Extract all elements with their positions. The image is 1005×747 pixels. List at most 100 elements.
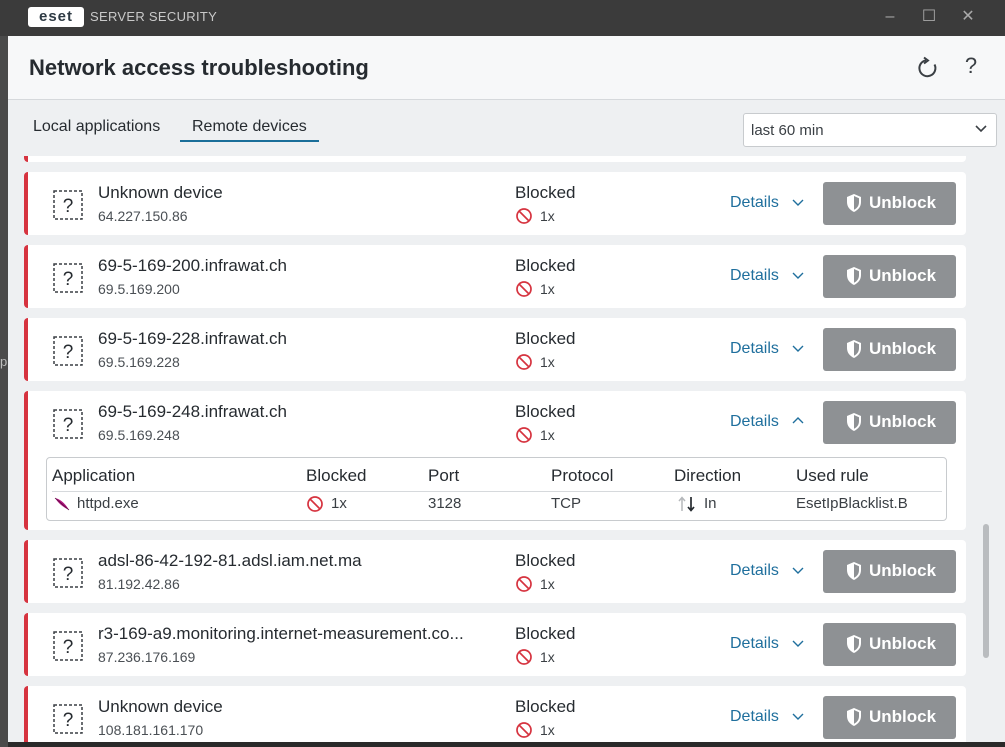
unblock-button[interactable]: Unblock (823, 401, 956, 444)
chevron-down-icon[interactable] (792, 270, 804, 280)
eset-logo: eset (28, 7, 84, 27)
unblock-label: Unblock (869, 707, 937, 726)
chevron-down-icon[interactable] (792, 565, 804, 575)
ban-icon (516, 576, 532, 592)
svg-text:?: ? (63, 710, 74, 731)
maximize-button[interactable]: ☐ (917, 6, 941, 28)
shield-icon (847, 708, 861, 726)
unblock-button[interactable]: Unblock (823, 328, 956, 371)
details-toggle[interactable]: Details (730, 267, 779, 285)
details-toggle[interactable]: Details (730, 562, 779, 580)
unblock-label: Unblock (869, 339, 937, 358)
minimize-button[interactable]: – (878, 6, 902, 28)
direction-in-icon (678, 496, 695, 512)
close-button[interactable]: ✕ (956, 6, 980, 28)
blocked-count: 1x (540, 722, 555, 738)
cell-direction: In (704, 495, 717, 512)
blocked-count: 1x (540, 427, 555, 443)
unknown-device-icon: ? (53, 190, 83, 220)
ban-icon (516, 208, 532, 224)
unblock-button[interactable]: Unblock (823, 623, 956, 666)
feather-icon (54, 497, 70, 511)
ban-icon (516, 281, 532, 297)
unblock-button[interactable]: Unblock (823, 182, 956, 225)
scrollbar-thumb[interactable] (983, 524, 989, 658)
blocked-count: 1x (540, 354, 555, 370)
details-toggle[interactable]: Details (730, 340, 779, 358)
details-toggle[interactable]: Details (730, 708, 779, 726)
device-status: Blocked (515, 256, 576, 275)
blocked-count: 1x (540, 649, 555, 665)
device-status: Blocked (515, 624, 576, 643)
unblock-label: Unblock (869, 561, 937, 580)
chevron-down-icon[interactable] (792, 638, 804, 648)
chevron-up-icon[interactable] (792, 416, 804, 426)
ban-icon (516, 427, 532, 443)
device-name: 69-5-169-228.infrawat.ch (98, 329, 288, 348)
unknown-device-icon: ? (53, 336, 83, 366)
unblock-label: Unblock (869, 193, 937, 212)
device-status: Blocked (515, 329, 576, 348)
blocked-count: 1x (540, 208, 555, 224)
device-row: ? 69-5-169-200.infrawat.ch 69.5.169.200 … (24, 245, 966, 308)
device-name: Unknown device (98, 183, 223, 202)
device-row: ? 69-5-169-228.infrawat.ch 69.5.169.228 … (24, 318, 966, 381)
svg-text:?: ? (63, 564, 74, 585)
background-window-text: p (0, 354, 8, 369)
device-name: 69-5-169-248.infrawat.ch (98, 402, 288, 421)
unblock-label: Unblock (869, 634, 937, 653)
chevron-down-icon[interactable] (792, 343, 804, 353)
scrollbar-track[interactable] (983, 156, 991, 747)
ban-icon (516, 354, 532, 370)
unknown-device-icon: ? (53, 409, 83, 439)
chevron-down-icon[interactable] (792, 197, 804, 207)
svg-text:?: ? (63, 637, 74, 658)
device-name: 69-5-169-200.infrawat.ch (98, 256, 288, 275)
toolbar: Local applications Remote devices last 6… (8, 100, 1005, 156)
header-port: Port (428, 466, 460, 485)
shield-icon (847, 194, 861, 212)
details-toggle[interactable]: Details (730, 194, 779, 212)
time-filter-select[interactable]: last 60 min (743, 113, 997, 147)
device-name: adsl-86-42-192-81.adsl.iam.net.ma (98, 551, 362, 570)
device-row: ? Unknown device 108.181.161.170 Blocked… (24, 686, 966, 747)
unblock-button[interactable]: Unblock (823, 696, 956, 739)
unblock-button[interactable]: Unblock (823, 255, 956, 298)
page-title: Network access troubleshooting (29, 55, 369, 80)
chevron-down-icon[interactable] (792, 711, 804, 721)
device-name: r3-169-a9.monitoring.internet-measuremen… (98, 624, 464, 643)
device-row: ? Unknown device 64.227.150.86 Blocked 1… (24, 172, 966, 235)
shield-icon (847, 340, 861, 358)
unblock-label: Unblock (869, 412, 937, 431)
device-ip: 69.5.169.248 (98, 427, 180, 443)
svg-text:?: ? (63, 342, 74, 363)
device-ip: 108.181.161.170 (98, 722, 204, 738)
refresh-icon[interactable] (916, 56, 940, 80)
device-ip: 81.192.42.86 (98, 576, 180, 592)
unblock-label: Unblock (869, 266, 937, 285)
details-toggle[interactable]: Details (730, 413, 779, 431)
tab-remote-devices[interactable]: Remote devices (180, 118, 319, 142)
device-name: Unknown device (98, 697, 223, 716)
unblock-button[interactable]: Unblock (823, 550, 956, 593)
help-icon[interactable]: ? (960, 53, 982, 79)
device-status: Blocked (515, 183, 576, 202)
unknown-device-icon: ? (53, 631, 83, 661)
blocked-count: 1x (540, 576, 555, 592)
details-toggle[interactable]: Details (730, 635, 779, 653)
header-application: Application (52, 466, 136, 485)
background-window-edge (0, 36, 8, 747)
device-list: ? Unknown device 64.227.150.86 Blocked 1… (8, 156, 1005, 747)
main-window: Network access troubleshooting ? Local a… (8, 36, 1005, 747)
svg-text:?: ? (63, 415, 74, 436)
cell-protocol: TCP (551, 495, 581, 512)
ban-icon (307, 496, 323, 512)
svg-text:?: ? (63, 269, 74, 290)
cell-application: httpd.exe (77, 495, 139, 512)
blocked-count: 1x (540, 281, 555, 297)
shield-icon (847, 635, 861, 653)
tab-local-applications[interactable]: Local applications (33, 118, 160, 140)
cell-port: 3128 (428, 495, 462, 512)
device-ip: 69.5.169.228 (98, 354, 180, 370)
unknown-device-icon: ? (53, 263, 83, 293)
